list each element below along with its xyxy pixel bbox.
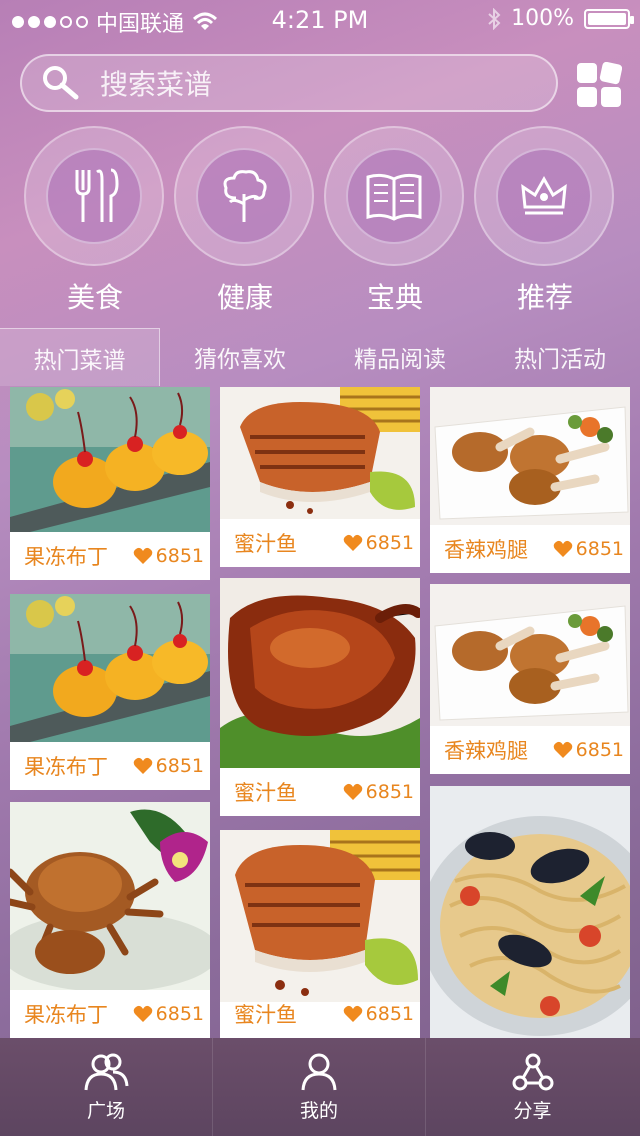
battery-icon — [584, 8, 634, 29]
recipe-name: 果冻布丁 — [24, 755, 108, 779]
recipe-image-jelly-pudding — [10, 387, 210, 532]
crown-icon — [521, 175, 567, 215]
recipe-likes[interactable]: 6851 — [133, 545, 204, 567]
recipe-caption: 香辣鸡腿 6851 — [430, 726, 630, 774]
like-count: 6851 — [155, 545, 204, 567]
like-count: 6851 — [155, 1003, 204, 1025]
recipe-card[interactable]: 香辣鸡腿 6851 — [430, 584, 630, 774]
category-row: 美食 健康 宝典 推荐 — [20, 126, 620, 316]
recipe-caption: 果冻布丁 6851 — [10, 532, 210, 580]
grid-menu-icon[interactable] — [576, 62, 622, 108]
category-icon-circle — [196, 148, 292, 244]
tab-hot-events[interactable]: 热门活动 — [480, 328, 640, 386]
tab-label: 广场 — [86, 1099, 125, 1122]
tab-plaza[interactable]: 广场 — [0, 1038, 213, 1136]
tab-label: 我的 — [299, 1099, 338, 1122]
recipe-caption: 蜜汁鱼 6851 — [220, 990, 420, 1038]
category-icon-circle — [496, 148, 592, 244]
recipe-name: 香辣鸡腿 — [444, 538, 528, 562]
recipe-card[interactable]: 蜜汁鱼 6851 — [220, 387, 420, 567]
category-label: 健康 — [216, 281, 273, 314]
status-bar: 中国联通 4:21 PM 100% — [0, 0, 640, 40]
recipe-card[interactable]: 果冻布丁 6851 — [10, 802, 210, 1038]
recipe-name: 果冻布丁 — [24, 545, 108, 569]
recipe-likes[interactable]: 6851 — [343, 1003, 414, 1025]
search-placeholder: 搜索菜谱 — [100, 68, 213, 101]
like-count: 6851 — [575, 739, 624, 761]
like-count: 6851 — [365, 1003, 414, 1025]
like-count: 6851 — [575, 538, 624, 560]
recipe-caption: 蜜汁鱼 6851 — [220, 768, 420, 816]
category-icon-circle — [46, 148, 142, 244]
heart-icon — [553, 741, 572, 758]
tab-label: 分享 — [513, 1099, 552, 1122]
tab-guess-you-like[interactable]: 猜你喜欢 — [160, 328, 320, 386]
person-icon — [301, 1053, 337, 1090]
recipe-name: 蜜汁鱼 — [234, 1003, 297, 1027]
content-tabs: 热门菜谱 猜你喜欢 精品阅读 热门活动 — [0, 328, 640, 386]
recipe-image-crab — [10, 802, 210, 990]
share-icon — [512, 1053, 553, 1090]
recipe-likes[interactable]: 6851 — [133, 1003, 204, 1025]
tab-mine[interactable]: 我的 — [213, 1038, 426, 1136]
bottom-tab-bar: 广场 我的 分享 — [0, 1038, 640, 1136]
recipe-image-seafood-pasta — [430, 786, 630, 1038]
category-icon-circle — [346, 148, 442, 244]
bluetooth-icon — [488, 7, 501, 30]
search-icon — [43, 66, 79, 100]
like-count: 6851 — [365, 532, 414, 554]
category-label: 美食 — [66, 281, 123, 314]
book-icon — [366, 173, 422, 221]
recipe-likes[interactable]: 6851 — [553, 538, 624, 560]
tab-featured-reading[interactable]: 精品阅读 — [320, 328, 480, 386]
tab-hot-recipes[interactable]: 热门菜谱 — [0, 328, 160, 386]
heart-icon — [133, 1005, 152, 1022]
category-label: 推荐 — [516, 281, 573, 314]
category-recommend[interactable]: 推荐 — [470, 126, 620, 316]
recipe-card[interactable]: 果冻布丁 6851 — [10, 387, 210, 580]
heart-icon — [343, 783, 362, 800]
recipe-image-salmon — [220, 387, 420, 519]
recipe-card[interactable]: 蜜汁鱼 6851 — [220, 830, 420, 1038]
heart-icon — [343, 1005, 362, 1022]
heart-icon — [133, 547, 152, 564]
recipe-name: 蜜汁鱼 — [234, 532, 297, 556]
recipe-image-jelly-pudding — [10, 594, 210, 742]
utensils-icon — [75, 168, 119, 222]
category-guide[interactable]: 宝典 — [320, 126, 470, 316]
recipe-likes[interactable]: 6851 — [343, 532, 414, 554]
recipe-caption: 蜜汁鱼 6851 — [220, 519, 420, 567]
recipe-image-chicken-legs — [430, 584, 630, 726]
heart-icon — [133, 757, 152, 774]
tab-share[interactable]: 分享 — [426, 1038, 639, 1136]
people-icon — [84, 1053, 129, 1090]
recipe-caption: 果冻布丁 6851 — [10, 990, 210, 1038]
status-right: 100% — [487, 6, 634, 31]
recipe-card[interactable]: 果冻布丁 6851 — [10, 594, 210, 790]
recipe-name: 香辣鸡腿 — [444, 739, 528, 763]
recipe-image-roast-duck — [220, 578, 420, 768]
category-health[interactable]: 健康 — [170, 126, 320, 316]
heart-icon — [553, 540, 572, 557]
recipe-card[interactable]: 香辣鸡腿 6851 — [430, 387, 630, 573]
recipe-card[interactable]: 蜜汁鱼 6851 — [220, 578, 420, 816]
recipe-caption: 香辣鸡腿 6851 — [430, 525, 630, 573]
like-count: 6851 — [365, 781, 414, 803]
recipe-name: 蜜汁鱼 — [234, 781, 297, 805]
category-label: 宝典 — [366, 281, 423, 314]
search-bar[interactable]: 搜索菜谱 — [20, 54, 558, 112]
recipe-likes[interactable]: 6851 — [343, 781, 414, 803]
recipe-name: 果冻布丁 — [24, 1003, 108, 1027]
recipe-caption: 果冻布丁 6851 — [10, 742, 210, 790]
recipe-likes[interactable]: 6851 — [553, 739, 624, 761]
battery-percent: 100% — [511, 6, 574, 31]
tree-icon — [223, 170, 267, 222]
recipe-likes[interactable]: 6851 — [133, 755, 204, 777]
recipe-image-chicken-legs — [430, 387, 630, 525]
recipe-card[interactable] — [430, 786, 630, 1038]
heart-icon — [343, 534, 362, 551]
recipe-image-salmon — [220, 830, 420, 1002]
like-count: 6851 — [155, 755, 204, 777]
category-food[interactable]: 美食 — [20, 126, 170, 316]
